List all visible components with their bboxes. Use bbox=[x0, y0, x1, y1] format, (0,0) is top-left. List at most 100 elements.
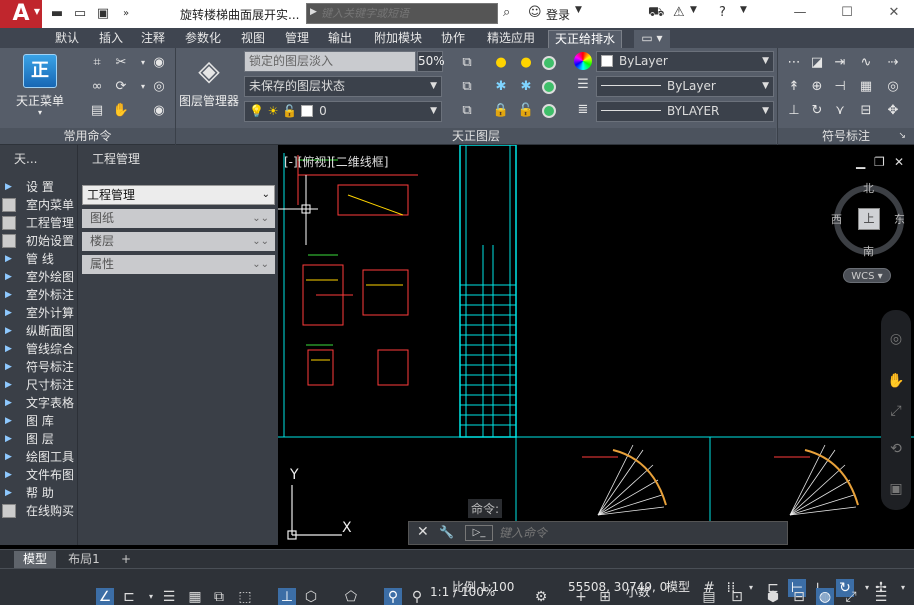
symbol-grid-icon[interactable]: ▦ bbox=[857, 78, 875, 96]
layer-fade-value[interactable]: 50% bbox=[417, 51, 445, 72]
minimize-button[interactable]: — bbox=[786, 2, 814, 24]
eye-check-icon[interactable]: ◉ bbox=[150, 102, 168, 120]
dialog-launcher-icon[interactable]: ↘ bbox=[898, 128, 906, 144]
cart-icon[interactable]: ⛟ bbox=[648, 5, 664, 22]
rotate-icon[interactable]: ⟳ bbox=[112, 78, 130, 96]
section-drawings[interactable]: 图纸 ⌄⌄ bbox=[82, 209, 275, 228]
symbol-index-icon[interactable]: ⊕ bbox=[808, 78, 826, 96]
quick-props-icon[interactable]: ⬡ bbox=[302, 588, 320, 605]
palette-item[interactable]: ▶ 管 线 bbox=[0, 250, 77, 268]
color-wheel-icon[interactable] bbox=[574, 52, 592, 70]
symbol-rotate-icon[interactable]: ↻ bbox=[808, 102, 826, 120]
workspace-icon[interactable]: ⊡ bbox=[728, 588, 746, 605]
tab-model[interactable]: 模型 bbox=[14, 551, 56, 568]
login-link[interactable]: 登录 bbox=[546, 6, 570, 23]
add-layout-icon[interactable]: + bbox=[116, 551, 136, 568]
layer-match-icon[interactable]: ⧉ bbox=[458, 54, 476, 72]
eye-icon[interactable]: ◉ bbox=[150, 54, 168, 72]
layer-fade-slider[interactable]: 锁定的图层淡入 bbox=[244, 51, 416, 72]
tab-layout1[interactable]: 布局1 bbox=[62, 551, 106, 568]
lock-icon[interactable]: 🔒 bbox=[492, 102, 510, 120]
compass-east[interactable]: 东 bbox=[894, 211, 905, 227]
tab-default[interactable]: 默认 bbox=[48, 30, 86, 48]
lineweight-dropdown[interactable]: BYLAYER ▼ bbox=[596, 101, 774, 122]
menu-icon[interactable]: ☰ bbox=[872, 588, 890, 605]
viewcube-face[interactable]: 上 bbox=[858, 208, 880, 230]
command-prompt-icon[interactable]: ▷_ bbox=[465, 525, 493, 541]
add-icon[interactable]: + bbox=[572, 588, 590, 605]
close-icon[interactable]: ✕ bbox=[417, 524, 429, 540]
pipe-icon[interactable]: ⌗ bbox=[88, 54, 106, 72]
viewport-label[interactable]: [-][俯视][二维线框] bbox=[284, 153, 388, 170]
symbol-star-icon[interactable]: ✥ bbox=[884, 102, 902, 120]
chevron-down-icon[interactable]: ▼ bbox=[740, 5, 747, 15]
close-button[interactable]: ✕ bbox=[880, 2, 908, 24]
properties-icon[interactable]: ▤ bbox=[700, 588, 718, 605]
palette-item[interactable]: ▶ 图 库 bbox=[0, 412, 77, 430]
palette-item[interactable]: ▶ 帮 助 bbox=[0, 484, 77, 502]
linetype-icon[interactable]: ☰ bbox=[574, 76, 592, 94]
chevron-down-icon[interactable]: ▼ bbox=[575, 5, 582, 15]
viewport-minimize-button[interactable]: ▁ bbox=[856, 155, 865, 169]
layer-prev-icon[interactable]: ⧉ bbox=[458, 78, 476, 96]
palette-item[interactable]: ▶ 图 层 bbox=[0, 430, 77, 448]
layer-iso-icon[interactable]: ⧉ bbox=[458, 102, 476, 120]
freeze-icon[interactable]: ✱ bbox=[492, 78, 510, 96]
open-folder-icon[interactable]: ▭ bbox=[72, 6, 88, 22]
layer-radio-icon[interactable] bbox=[540, 78, 558, 96]
dynamic-ucs-icon[interactable]: ∠ bbox=[96, 588, 114, 605]
unlock-icon[interactable]: 🔓 bbox=[517, 102, 535, 120]
color-dropdown[interactable]: ByLayer ▼ bbox=[596, 51, 774, 72]
new-file-icon[interactable]: ▬ bbox=[49, 6, 65, 22]
symbol-arrow-icon[interactable]: ⇢ bbox=[884, 54, 902, 72]
viewport-close-button[interactable]: ✕ bbox=[894, 155, 904, 169]
tab-parametric[interactable]: 参数化 bbox=[178, 30, 228, 48]
bulb-off-icon[interactable]: ● bbox=[517, 54, 535, 72]
hardware-accel-icon[interactable]: ⬢ bbox=[764, 588, 782, 605]
paste-icon[interactable]: ▤ bbox=[88, 102, 106, 120]
target-icon[interactable]: ◎ bbox=[150, 78, 168, 96]
palette-item[interactable]: ▶ 室外标注 bbox=[0, 286, 77, 304]
steering-wheel-icon[interactable]: ◎ bbox=[887, 330, 905, 348]
help-icon[interactable]: ? bbox=[719, 5, 726, 20]
palette-item[interactable]: ▶ 尺寸标注 bbox=[0, 376, 77, 394]
layer-manager-button[interactable]: ◈ 图层管理器 bbox=[178, 54, 240, 109]
bulb-on-icon[interactable]: ● bbox=[492, 54, 510, 72]
tab-featured-apps[interactable]: 精选应用 bbox=[481, 30, 541, 48]
dynamic-input-icon[interactable]: ⊥ bbox=[278, 588, 296, 605]
clean-screen-icon[interactable]: ◍ bbox=[816, 588, 834, 605]
showmotion-icon[interactable]: ▣ bbox=[887, 480, 905, 498]
palette-item[interactable]: ▶ 符号标注 bbox=[0, 358, 77, 376]
palette-item[interactable]: 在线购买 bbox=[0, 502, 77, 520]
palette-item[interactable]: 初始设置 bbox=[0, 232, 77, 250]
orbit-icon[interactable]: ⟲ bbox=[887, 440, 905, 458]
symbol-level-icon[interactable]: ⊟ bbox=[857, 102, 875, 120]
annotation-monitor-icon[interactable]: ⬠ bbox=[342, 588, 360, 605]
palette-item[interactable]: ▶ 室外绘图 bbox=[0, 268, 77, 286]
search-box[interactable]: ▶ bbox=[306, 3, 498, 24]
tz-menu-button[interactable]: 正 天正菜单 ▾ bbox=[10, 54, 70, 117]
lineweight-icon[interactable]: ≣ bbox=[574, 101, 592, 119]
symbol-axis-icon[interactable]: ◪ bbox=[808, 54, 826, 72]
palette-item[interactable]: ▶ 室外计算 bbox=[0, 304, 77, 322]
transparency-icon[interactable]: ▦ bbox=[186, 588, 204, 605]
palette-item[interactable]: ▶ 纵断面图 bbox=[0, 322, 77, 340]
3d-osnap-icon[interactable]: ⬚ bbox=[236, 588, 254, 605]
app-menu-button[interactable]: A ▼ bbox=[0, 0, 42, 28]
palette-item[interactable]: ▶ 文字表格 bbox=[0, 394, 77, 412]
symbol-circle-icon[interactable]: ◎ bbox=[884, 78, 902, 96]
isolate-icon[interactable]: ⊞ bbox=[596, 588, 614, 605]
scissors-icon[interactable]: ✂ bbox=[112, 54, 130, 72]
fullscreen-icon[interactable]: ⤢ bbox=[842, 588, 860, 605]
tab-output[interactable]: 输出 bbox=[323, 30, 357, 48]
zoom-icon[interactable]: ⤢ bbox=[887, 402, 905, 420]
symbol-dim-icon[interactable]: ⋯ bbox=[785, 54, 803, 72]
linetype-dropdown[interactable]: ByLayer ▼ bbox=[596, 76, 774, 97]
units-dropdown[interactable]: 小数 bbox=[626, 579, 650, 605]
pan-icon[interactable]: ✋ bbox=[887, 372, 905, 390]
layer-dropdown[interactable]: 💡 ☀ 🔓 0 ▼ bbox=[244, 101, 442, 122]
tab-addins[interactable]: 附加模块 bbox=[368, 30, 428, 48]
lineweight-icon[interactable]: ☰ bbox=[160, 588, 178, 605]
auto-scale-icon[interactable]: ⚲ bbox=[408, 588, 426, 605]
save-icon[interactable]: ▣ bbox=[95, 6, 111, 22]
